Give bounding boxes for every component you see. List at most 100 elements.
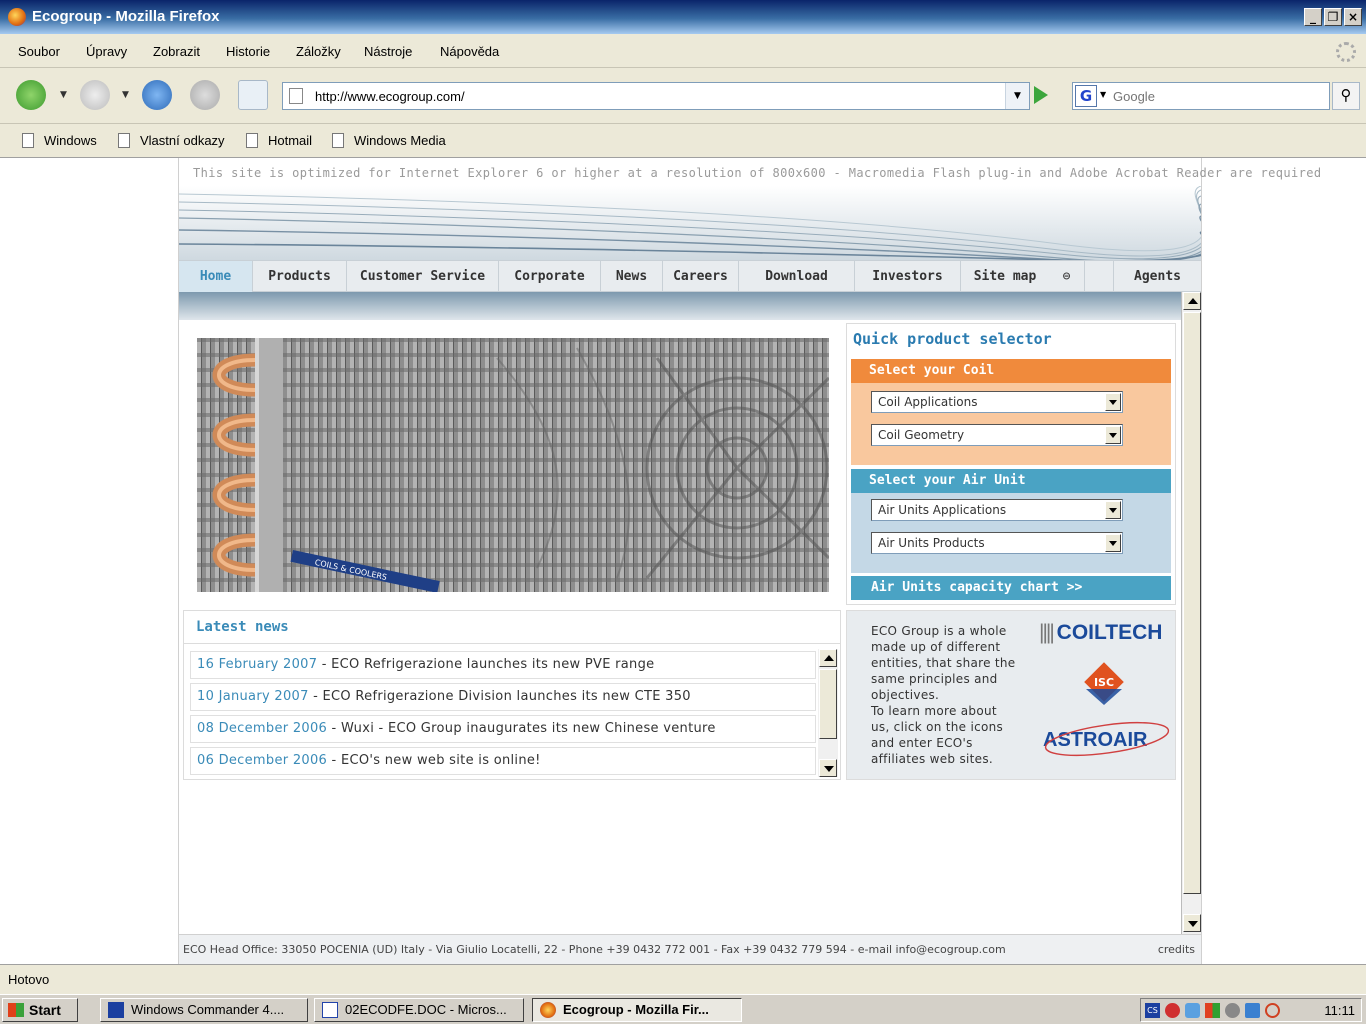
menu-history[interactable]: Historie	[226, 44, 270, 59]
chevron-down-icon[interactable]	[1105, 393, 1121, 411]
search-bar[interactable]: G ▼	[1072, 82, 1330, 110]
menu-file[interactable]: Soubor	[18, 44, 60, 59]
air-units-applications-select[interactable]: Air Units Applications	[871, 499, 1123, 521]
google-engine-icon[interactable]: G	[1075, 85, 1097, 107]
network-icon[interactable]	[1185, 1003, 1200, 1018]
isc-logo[interactable]: ISC	[1081, 659, 1127, 705]
menu-bookmarks[interactable]: Záložky	[296, 44, 341, 59]
minimize-button[interactable]: _	[1304, 8, 1322, 26]
language-indicator[interactable]: CS	[1145, 1003, 1160, 1018]
news-date[interactable]: 06 December 2006	[197, 753, 327, 768]
scroll-down-button[interactable]	[819, 759, 837, 777]
page-scrollbar[interactable]	[1181, 292, 1201, 934]
coil-geometry-select[interactable]: Coil Geometry	[871, 424, 1123, 446]
maximize-button[interactable]: ❐	[1324, 8, 1342, 26]
menu-bar: Soubor Úpravy Zobrazit Historie Záložky …	[0, 34, 1366, 68]
news-item[interactable]: 10 January 2007 - ECO Refrigerazione Div…	[190, 683, 816, 711]
menu-edit[interactable]: Úpravy	[86, 44, 127, 59]
chevron-down-icon[interactable]	[1105, 501, 1121, 519]
menu-view[interactable]: Zobrazit	[153, 44, 200, 59]
engine-dropdown[interactable]: ▼	[1100, 90, 1106, 99]
affiliates-line: made up of different	[871, 640, 1001, 654]
go-arrow-icon[interactable]	[1034, 86, 1048, 104]
search-input[interactable]	[1113, 87, 1323, 105]
menu-tools[interactable]: Nástroje	[364, 44, 412, 59]
start-button[interactable]: Start	[2, 998, 78, 1022]
print-icon[interactable]: ⊜	[1049, 261, 1085, 292]
nav-products[interactable]: Products	[253, 261, 347, 292]
news-item[interactable]: 16 February 2007 - ECO Refrigerazione la…	[190, 651, 816, 679]
news-scrollbar[interactable]	[818, 649, 838, 777]
bookmark-windows[interactable]: Windows	[22, 133, 97, 148]
isc-label: ISC	[1094, 676, 1114, 689]
affiliates-line: objectives.	[871, 688, 940, 702]
nav-site-map[interactable]: Site map	[961, 261, 1049, 292]
back-history-dropdown[interactable]: ▼	[60, 90, 67, 100]
url-dropdown[interactable]: ▼	[1005, 83, 1029, 109]
magnifier-icon[interactable]: ⚲	[1332, 82, 1360, 110]
system-clock: 11:11	[1324, 1003, 1355, 1018]
task-windows-commander[interactable]: Windows Commander 4....	[100, 998, 308, 1022]
news-item[interactable]: 06 December 2006 - ECO's new web site is…	[190, 747, 816, 775]
nav-home[interactable]: Home	[179, 261, 253, 292]
scroll-thumb[interactable]	[1183, 312, 1201, 894]
menu-help[interactable]: Nápověda	[440, 44, 499, 59]
reload-icon[interactable]	[142, 80, 172, 110]
antivirus-icon[interactable]	[1165, 1003, 1180, 1018]
select-value: Coil Applications	[878, 395, 978, 409]
throbber-icon	[1336, 42, 1356, 62]
back-arrow-icon[interactable]	[16, 80, 46, 110]
coiltech-logo[interactable]: |||| COILTECH	[1039, 621, 1162, 645]
forward-history-dropdown[interactable]: ▼	[122, 90, 129, 100]
air-units-capacity-chart-link[interactable]: Air Units capacity chart >>	[851, 576, 1171, 600]
air-unit-header: Select your Air Unit	[851, 469, 1171, 493]
task-firefox[interactable]: Ecogroup - Mozilla Fir...	[532, 998, 742, 1022]
task-word-document[interactable]: 02ECODFE.DOC - Micros...	[314, 998, 524, 1022]
bookmark-windows-media[interactable]: Windows Media	[332, 133, 446, 148]
scroll-down-button[interactable]	[1183, 914, 1201, 932]
news-date[interactable]: 08 December 2006	[197, 721, 327, 736]
scroll-up-button[interactable]	[819, 649, 837, 667]
hero-coil-image: COILS & COOLERS	[197, 338, 829, 592]
footer-address: ECO Head Office: 33050 POCENIA (UD) Ital…	[183, 943, 1006, 956]
chevron-down-icon[interactable]	[1105, 426, 1121, 444]
news-date[interactable]: 16 February 2007	[197, 657, 317, 672]
window-titlebar[interactable]: Ecogroup - Mozilla Firefox _ ❐ ×	[0, 0, 1366, 34]
home-icon[interactable]	[238, 80, 268, 110]
word-document-icon	[322, 1002, 338, 1018]
coil-applications-select[interactable]: Coil Applications	[871, 391, 1123, 413]
affiliates-description: ECO Group is a whole made up of differen…	[871, 623, 1041, 767]
firefox-icon	[540, 1002, 556, 1018]
scroll-thumb[interactable]	[819, 669, 837, 739]
news-item[interactable]: 08 December 2006 - Wuxi - ECO Group inau…	[190, 715, 816, 743]
optimized-notice: This site is optimized for Internet Expl…	[193, 166, 1322, 180]
forward-arrow-icon[interactable]	[80, 80, 110, 110]
nav-download[interactable]: Download	[739, 261, 855, 292]
nav-news[interactable]: News	[601, 261, 663, 292]
url-bar[interactable]: http://www.ecogroup.com/ ▼	[282, 82, 1030, 110]
nav-corporate[interactable]: Corporate	[499, 261, 601, 292]
astroair-logo[interactable]: ASTROAIR	[1043, 721, 1170, 757]
nav-agents[interactable]: Agents	[1113, 261, 1201, 292]
close-button[interactable]: ×	[1344, 8, 1362, 26]
bluetooth-icon[interactable]	[1245, 1003, 1260, 1018]
bookmark-hotmail[interactable]: Hotmail	[246, 133, 312, 148]
latest-news-title: Latest news	[196, 619, 289, 635]
stop-icon[interactable]	[190, 80, 220, 110]
tray-app-icon[interactable]	[1205, 1003, 1220, 1018]
url-text[interactable]: http://www.ecogroup.com/	[315, 89, 465, 104]
news-text: - ECO's new web site is online!	[327, 753, 541, 768]
bookmark-custom-links[interactable]: Vlastní odkazy	[118, 133, 225, 148]
chevron-down-icon[interactable]	[1105, 534, 1121, 552]
coil-header: Select your Coil	[851, 359, 1171, 383]
nav-customer-service[interactable]: Customer Service	[347, 261, 499, 292]
window-title: Ecogroup - Mozilla Firefox	[32, 8, 220, 25]
scroll-up-button[interactable]	[1183, 292, 1201, 310]
nav-investors[interactable]: Investors	[855, 261, 961, 292]
news-date[interactable]: 10 January 2007	[197, 689, 309, 704]
volume-icon[interactable]	[1225, 1003, 1240, 1018]
update-icon[interactable]	[1265, 1003, 1280, 1018]
air-units-products-select[interactable]: Air Units Products	[871, 532, 1123, 554]
credits-link[interactable]: credits	[1158, 943, 1195, 956]
nav-careers[interactable]: Careers	[663, 261, 739, 292]
